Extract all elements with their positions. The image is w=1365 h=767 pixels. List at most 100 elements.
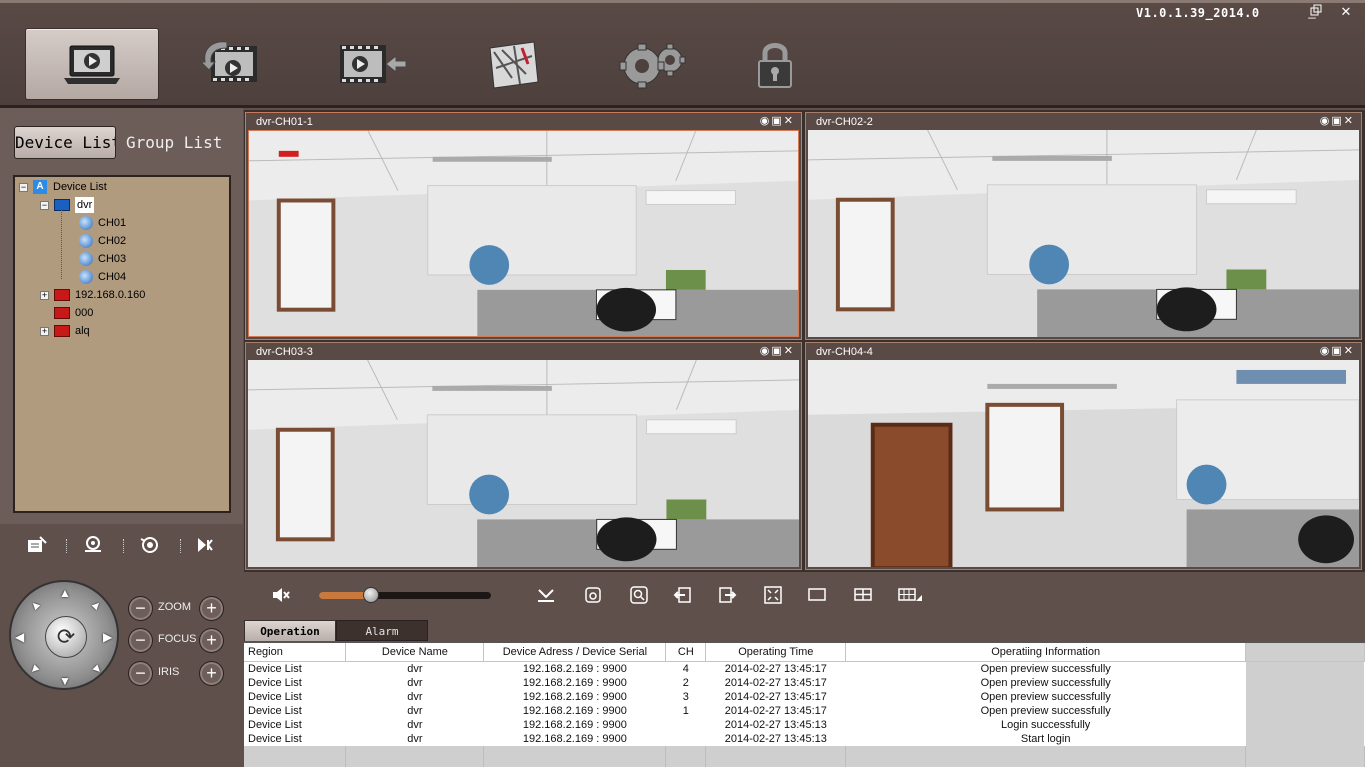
settings-button[interactable] xyxy=(585,28,719,100)
remote-playback-button[interactable] xyxy=(305,28,439,100)
record-icon[interactable]: ◉ xyxy=(1320,115,1332,127)
snapshot-icon[interactable]: ▣ xyxy=(1331,345,1343,357)
camera-scene xyxy=(248,360,799,567)
tab-device-list[interactable]: Device List xyxy=(14,126,116,159)
record-icon[interactable]: ◉ xyxy=(760,115,772,127)
cruise-icon[interactable] xyxy=(82,535,104,555)
ptz-up-left-arrow[interactable]: ▲ xyxy=(26,596,44,614)
restore-icon[interactable] xyxy=(1306,4,1326,20)
ptz-down-arrow[interactable]: ▼ xyxy=(59,674,71,688)
video-pane[interactable]: dvr-CH04-4 ◉▣✕ xyxy=(805,342,1362,570)
iris-label: IRIS xyxy=(158,666,180,678)
map-icon xyxy=(489,41,539,89)
video-pane[interactable]: dvr-CH03-3 ◉▣✕ xyxy=(245,342,802,570)
close-icon[interactable]: ✕ xyxy=(1344,115,1355,127)
table-row[interactable]: Device List dvr 192.168.2.169 : 9900 4 2014-… xyxy=(244,661,1365,676)
zoom-in-button[interactable]: + xyxy=(199,596,224,621)
tree-device-dvr[interactable]: − dvr xyxy=(40,197,95,213)
snapshot-icon[interactable]: ▣ xyxy=(771,345,783,357)
download-icon[interactable] xyxy=(536,586,556,604)
table-row[interactable]: Device List dvr 192.168.2.169 : 9900 1 2014-… xyxy=(244,703,1365,718)
close-icon[interactable]: ✕ xyxy=(1344,345,1355,357)
quad-view-icon[interactable] xyxy=(853,586,873,604)
table-cell: 2014-02-27 13:45:13 xyxy=(705,731,847,746)
ptz-left-arrow[interactable]: ◀ xyxy=(15,630,24,644)
column-header-ch[interactable]: CH xyxy=(665,643,707,662)
iris-open-button[interactable]: + xyxy=(199,661,224,686)
table-row[interactable]: Device List dvr 192.168.2.169 : 9900 2 2014-… xyxy=(244,675,1365,690)
export-icon[interactable] xyxy=(717,586,737,604)
record-icon[interactable] xyxy=(583,586,603,604)
live-preview-button[interactable] xyxy=(25,28,159,100)
fullscreen-icon[interactable] xyxy=(763,586,783,604)
channel-label: CH01 xyxy=(98,217,127,229)
volume-knob[interactable] xyxy=(362,587,379,603)
table-gutter xyxy=(1245,661,1365,676)
tree-channel[interactable]: CH03 xyxy=(79,251,126,267)
close-icon[interactable]: ✕ xyxy=(784,115,795,127)
tree-channel[interactable]: CH02 xyxy=(79,233,126,249)
snapshot-icon[interactable]: ▣ xyxy=(771,115,783,127)
lock-button[interactable] xyxy=(708,28,842,100)
iris-close-button[interactable]: − xyxy=(128,661,153,686)
table-row[interactable]: Device List dvr 192.168.2.169 : 9900 2014-0… xyxy=(244,717,1365,732)
close-icon[interactable]: ✕ xyxy=(1336,4,1356,20)
tree-root-label: Device List xyxy=(53,181,107,193)
track-icon[interactable] xyxy=(139,535,161,555)
tree-device[interactable]: 000 xyxy=(54,305,93,321)
expand-icon[interactable]: + xyxy=(40,326,49,336)
gears-icon xyxy=(619,43,686,89)
version-label: V1.0.1.39_2014.0 xyxy=(1136,6,1260,20)
tab-group-list[interactable]: Group List xyxy=(126,126,234,159)
expand-icon[interactable]: + xyxy=(40,290,49,300)
zoom-control: − ZOOM + xyxy=(128,596,228,622)
tree-channel[interactable]: CH01 xyxy=(79,215,126,231)
record-icon[interactable]: ◉ xyxy=(760,345,772,357)
single-view-icon[interactable] xyxy=(807,586,827,604)
mute-icon[interactable] xyxy=(271,586,291,604)
ptz-up-right-arrow[interactable]: ▲ xyxy=(88,596,106,614)
auto-scan-icon[interactable] xyxy=(195,535,217,555)
volume-slider[interactable] xyxy=(319,587,491,603)
table-row[interactable]: Device List dvr 192.168.2.169 : 9900 2014-0… xyxy=(244,731,1365,746)
camera-scene xyxy=(249,131,798,336)
focus-in-button[interactable]: + xyxy=(199,628,224,653)
tree-channel[interactable]: CH04 xyxy=(79,269,126,285)
ptz-right-arrow[interactable]: ▶ xyxy=(103,630,112,644)
log-table: Region Device Name Device Adress / Devic… xyxy=(244,643,1365,767)
table-cell xyxy=(665,717,707,732)
zoom-icon[interactable] xyxy=(629,586,649,604)
camera-scene xyxy=(808,360,1359,567)
focus-out-button[interactable]: − xyxy=(128,628,153,653)
layout-menu-icon[interactable] xyxy=(897,586,923,604)
tab-operation[interactable]: Operation xyxy=(244,620,336,641)
emap-button[interactable] xyxy=(445,28,579,100)
table-cell: 192.168.2.169 : 9900 xyxy=(483,661,667,676)
collapse-icon[interactable]: − xyxy=(19,182,28,192)
zoom-out-button[interactable]: − xyxy=(128,596,153,621)
playback-button[interactable] xyxy=(165,28,299,100)
snapshot-icon[interactable]: ▣ xyxy=(1331,115,1343,127)
tree-root[interactable]: − A Device List xyxy=(19,179,107,195)
ptz-up-arrow[interactable]: ▲ xyxy=(59,586,71,600)
import-icon[interactable] xyxy=(673,586,693,604)
collapse-icon[interactable]: − xyxy=(40,200,49,210)
column-header-operating-time[interactable]: Operating Time xyxy=(705,643,847,662)
table-row[interactable]: Device List dvr 192.168.2.169 : 9900 3 2014-… xyxy=(244,689,1365,704)
video-pane[interactable]: dvr-CH02-2 ◉▣✕ xyxy=(805,112,1362,340)
record-icon[interactable]: ◉ xyxy=(1320,345,1332,357)
tree-device[interactable]: + 192.168.0.160 xyxy=(40,287,145,303)
ptz-auto-rotate-icon[interactable]: ⟳ xyxy=(45,616,87,658)
ptz-down-left-arrow[interactable]: ▼ xyxy=(26,660,44,678)
column-header-device-name[interactable]: Device Name xyxy=(345,643,485,662)
column-header-device-address[interactable]: Device Adress / Device Serial xyxy=(483,643,667,662)
tree-line xyxy=(61,209,62,279)
video-pane[interactable]: dvr-CH01-1 ◉▣✕ xyxy=(245,112,802,340)
tab-alarm[interactable]: Alarm xyxy=(336,620,428,641)
ptz-joystick[interactable]: ▲ ▼ ◀ ▶ ▲ ▲ ▼ ▼ ⟳ xyxy=(9,580,119,690)
tree-device[interactable]: + alq xyxy=(40,323,90,339)
preset-icon[interactable] xyxy=(26,535,48,555)
column-header-operating-info[interactable]: Operatiing Information xyxy=(845,643,1247,662)
close-icon[interactable]: ✕ xyxy=(784,345,795,357)
column-header-region[interactable]: Region xyxy=(244,643,347,662)
